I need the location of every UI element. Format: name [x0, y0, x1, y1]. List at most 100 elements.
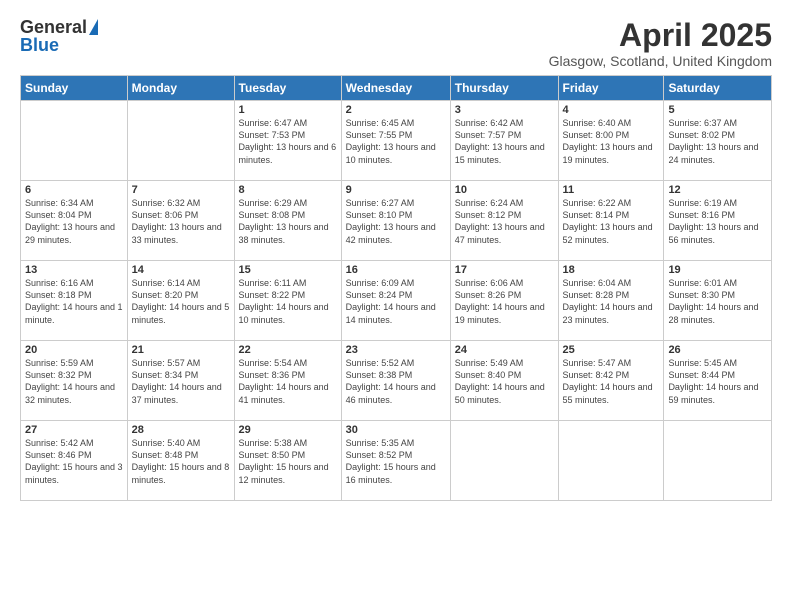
day-info: Sunrise: 6:16 AM Sunset: 8:18 PM Dayligh…	[25, 277, 123, 326]
day-number: 18	[563, 264, 660, 276]
day-info: Sunrise: 6:04 AM Sunset: 8:28 PM Dayligh…	[563, 277, 660, 326]
day-info: Sunrise: 6:47 AM Sunset: 7:53 PM Dayligh…	[239, 117, 337, 166]
calendar-cell: 15Sunrise: 6:11 AM Sunset: 8:22 PM Dayli…	[234, 261, 341, 341]
calendar-cell: 29Sunrise: 5:38 AM Sunset: 8:50 PM Dayli…	[234, 421, 341, 501]
day-number: 19	[668, 264, 767, 276]
day-number: 27	[25, 424, 123, 436]
calendar-cell: 17Sunrise: 6:06 AM Sunset: 8:26 PM Dayli…	[450, 261, 558, 341]
calendar-cell: 19Sunrise: 6:01 AM Sunset: 8:30 PM Dayli…	[664, 261, 772, 341]
col-sunday: Sunday	[21, 76, 128, 101]
calendar-cell	[127, 101, 234, 181]
day-number: 26	[668, 344, 767, 356]
day-info: Sunrise: 5:45 AM Sunset: 8:44 PM Dayligh…	[668, 357, 767, 406]
day-info: Sunrise: 6:29 AM Sunset: 8:08 PM Dayligh…	[239, 197, 337, 246]
col-thursday: Thursday	[450, 76, 558, 101]
day-number: 2	[346, 104, 446, 116]
calendar-cell: 27Sunrise: 5:42 AM Sunset: 8:46 PM Dayli…	[21, 421, 128, 501]
col-tuesday: Tuesday	[234, 76, 341, 101]
day-info: Sunrise: 6:34 AM Sunset: 8:04 PM Dayligh…	[25, 197, 123, 246]
calendar-cell: 1Sunrise: 6:47 AM Sunset: 7:53 PM Daylig…	[234, 101, 341, 181]
calendar-cell: 16Sunrise: 6:09 AM Sunset: 8:24 PM Dayli…	[341, 261, 450, 341]
calendar-table: Sunday Monday Tuesday Wednesday Thursday…	[20, 75, 772, 501]
calendar-cell: 26Sunrise: 5:45 AM Sunset: 8:44 PM Dayli…	[664, 341, 772, 421]
calendar-cell	[21, 101, 128, 181]
calendar-cell: 14Sunrise: 6:14 AM Sunset: 8:20 PM Dayli…	[127, 261, 234, 341]
day-number: 17	[455, 264, 554, 276]
day-number: 16	[346, 264, 446, 276]
logo-general: General	[20, 18, 87, 36]
col-monday: Monday	[127, 76, 234, 101]
calendar-cell: 6Sunrise: 6:34 AM Sunset: 8:04 PM Daylig…	[21, 181, 128, 261]
calendar-week-4: 20Sunrise: 5:59 AM Sunset: 8:32 PM Dayli…	[21, 341, 772, 421]
day-number: 20	[25, 344, 123, 356]
header-row: Sunday Monday Tuesday Wednesday Thursday…	[21, 76, 772, 101]
day-info: Sunrise: 6:40 AM Sunset: 8:00 PM Dayligh…	[563, 117, 660, 166]
calendar-header: Sunday Monday Tuesday Wednesday Thursday…	[21, 76, 772, 101]
day-number: 7	[132, 184, 230, 196]
calendar-cell: 25Sunrise: 5:47 AM Sunset: 8:42 PM Dayli…	[558, 341, 664, 421]
col-saturday: Saturday	[664, 76, 772, 101]
calendar-week-2: 6Sunrise: 6:34 AM Sunset: 8:04 PM Daylig…	[21, 181, 772, 261]
day-info: Sunrise: 6:22 AM Sunset: 8:14 PM Dayligh…	[563, 197, 660, 246]
day-info: Sunrise: 5:38 AM Sunset: 8:50 PM Dayligh…	[239, 437, 337, 486]
day-info: Sunrise: 6:42 AM Sunset: 7:57 PM Dayligh…	[455, 117, 554, 166]
day-info: Sunrise: 5:35 AM Sunset: 8:52 PM Dayligh…	[346, 437, 446, 486]
day-info: Sunrise: 6:24 AM Sunset: 8:12 PM Dayligh…	[455, 197, 554, 246]
day-info: Sunrise: 5:42 AM Sunset: 8:46 PM Dayligh…	[25, 437, 123, 486]
day-number: 29	[239, 424, 337, 436]
day-info: Sunrise: 5:59 AM Sunset: 8:32 PM Dayligh…	[25, 357, 123, 406]
calendar-cell: 8Sunrise: 6:29 AM Sunset: 8:08 PM Daylig…	[234, 181, 341, 261]
calendar-cell: 10Sunrise: 6:24 AM Sunset: 8:12 PM Dayli…	[450, 181, 558, 261]
calendar-cell	[450, 421, 558, 501]
day-info: Sunrise: 6:27 AM Sunset: 8:10 PM Dayligh…	[346, 197, 446, 246]
day-number: 3	[455, 104, 554, 116]
calendar-cell: 13Sunrise: 6:16 AM Sunset: 8:18 PM Dayli…	[21, 261, 128, 341]
day-number: 11	[563, 184, 660, 196]
logo: General Blue	[20, 18, 98, 54]
day-number: 4	[563, 104, 660, 116]
day-number: 21	[132, 344, 230, 356]
calendar-cell: 18Sunrise: 6:04 AM Sunset: 8:28 PM Dayli…	[558, 261, 664, 341]
calendar-cell: 24Sunrise: 5:49 AM Sunset: 8:40 PM Dayli…	[450, 341, 558, 421]
page-container: General Blue April 2025 Glasgow, Scotlan…	[0, 0, 792, 511]
day-number: 5	[668, 104, 767, 116]
day-number: 9	[346, 184, 446, 196]
day-info: Sunrise: 5:40 AM Sunset: 8:48 PM Dayligh…	[132, 437, 230, 486]
calendar-week-5: 27Sunrise: 5:42 AM Sunset: 8:46 PM Dayli…	[21, 421, 772, 501]
calendar-cell: 2Sunrise: 6:45 AM Sunset: 7:55 PM Daylig…	[341, 101, 450, 181]
day-number: 10	[455, 184, 554, 196]
day-info: Sunrise: 6:37 AM Sunset: 8:02 PM Dayligh…	[668, 117, 767, 166]
day-info: Sunrise: 6:32 AM Sunset: 8:06 PM Dayligh…	[132, 197, 230, 246]
day-info: Sunrise: 5:52 AM Sunset: 8:38 PM Dayligh…	[346, 357, 446, 406]
calendar-cell: 30Sunrise: 5:35 AM Sunset: 8:52 PM Dayli…	[341, 421, 450, 501]
day-info: Sunrise: 6:11 AM Sunset: 8:22 PM Dayligh…	[239, 277, 337, 326]
day-info: Sunrise: 6:01 AM Sunset: 8:30 PM Dayligh…	[668, 277, 767, 326]
calendar-cell: 5Sunrise: 6:37 AM Sunset: 8:02 PM Daylig…	[664, 101, 772, 181]
calendar-cell: 20Sunrise: 5:59 AM Sunset: 8:32 PM Dayli…	[21, 341, 128, 421]
col-wednesday: Wednesday	[341, 76, 450, 101]
day-info: Sunrise: 5:49 AM Sunset: 8:40 PM Dayligh…	[455, 357, 554, 406]
calendar-cell: 12Sunrise: 6:19 AM Sunset: 8:16 PM Dayli…	[664, 181, 772, 261]
calendar-week-1: 1Sunrise: 6:47 AM Sunset: 7:53 PM Daylig…	[21, 101, 772, 181]
header: General Blue April 2025 Glasgow, Scotlan…	[20, 18, 772, 69]
day-info: Sunrise: 6:06 AM Sunset: 8:26 PM Dayligh…	[455, 277, 554, 326]
logo-triangle-icon	[89, 19, 98, 35]
calendar-cell: 11Sunrise: 6:22 AM Sunset: 8:14 PM Dayli…	[558, 181, 664, 261]
day-info: Sunrise: 6:45 AM Sunset: 7:55 PM Dayligh…	[346, 117, 446, 166]
day-number: 23	[346, 344, 446, 356]
calendar-cell: 21Sunrise: 5:57 AM Sunset: 8:34 PM Dayli…	[127, 341, 234, 421]
day-number: 25	[563, 344, 660, 356]
title-block: April 2025 Glasgow, Scotland, United Kin…	[549, 18, 772, 69]
day-info: Sunrise: 5:54 AM Sunset: 8:36 PM Dayligh…	[239, 357, 337, 406]
day-number: 30	[346, 424, 446, 436]
day-number: 22	[239, 344, 337, 356]
calendar-body: 1Sunrise: 6:47 AM Sunset: 7:53 PM Daylig…	[21, 101, 772, 501]
main-title: April 2025	[549, 18, 772, 53]
day-info: Sunrise: 6:09 AM Sunset: 8:24 PM Dayligh…	[346, 277, 446, 326]
calendar-cell	[558, 421, 664, 501]
calendar-cell	[664, 421, 772, 501]
day-info: Sunrise: 6:19 AM Sunset: 8:16 PM Dayligh…	[668, 197, 767, 246]
calendar-week-3: 13Sunrise: 6:16 AM Sunset: 8:18 PM Dayli…	[21, 261, 772, 341]
calendar-cell: 7Sunrise: 6:32 AM Sunset: 8:06 PM Daylig…	[127, 181, 234, 261]
logo-blue: Blue	[20, 36, 59, 54]
